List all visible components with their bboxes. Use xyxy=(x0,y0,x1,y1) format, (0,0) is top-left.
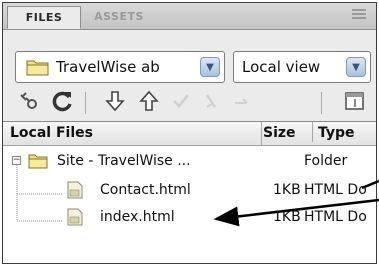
annotation-arrow-pointer xyxy=(213,198,379,227)
annotation-arrow-pointer xyxy=(361,179,379,190)
annotation-arrows xyxy=(213,179,379,227)
